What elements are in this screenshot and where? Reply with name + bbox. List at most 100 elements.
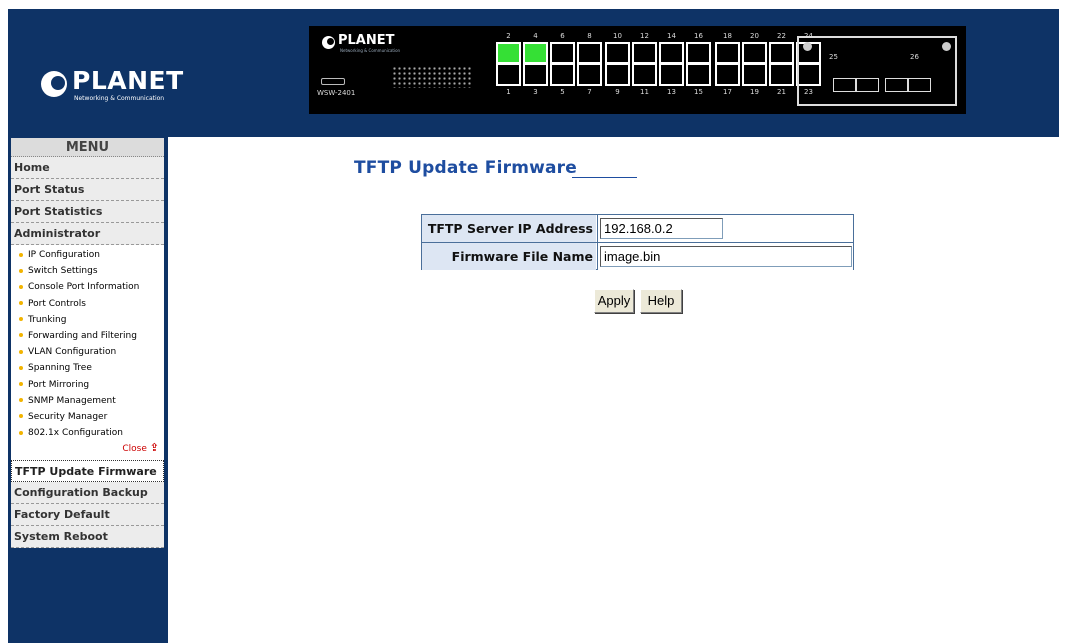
file-name-cell (597, 243, 853, 270)
switch-front-panel: PLANET Networking & Communication WSW-24… (309, 26, 966, 114)
ethernet-port-2[interactable] (496, 42, 521, 64)
sidebar-item-tftp-update-firmware[interactable]: TFTP Update Firmware (11, 460, 164, 483)
sfp-slot[interactable] (885, 78, 908, 92)
port-number-label: 17 (723, 88, 732, 96)
ethernet-port-20[interactable] (742, 42, 767, 64)
port-number-label: 2 (506, 32, 511, 40)
port-number-label: 16 (694, 32, 703, 40)
ethernet-port-13[interactable] (659, 64, 684, 86)
port-number-label: 3 (533, 88, 538, 96)
sidebar-item-configuration-backup[interactable]: Configuration Backup (11, 482, 164, 505)
sidebar-item-home[interactable]: Home (11, 157, 164, 179)
form-row-server-ip: TFTP Server IP Address (422, 215, 853, 242)
port-number-label: 11 (640, 88, 649, 96)
server-ip-input[interactable] (600, 218, 723, 239)
planet-logo-icon (41, 71, 67, 97)
ethernet-port-16[interactable] (686, 42, 711, 64)
port-number-label: 22 (777, 32, 786, 40)
port-number-label: 6 (560, 32, 565, 40)
vent-grille (392, 66, 472, 88)
sidebar-item-port-statistics[interactable]: Port Statistics (11, 201, 164, 223)
ethernet-port-21[interactable] (769, 64, 794, 86)
port-number-label: 4 (533, 32, 538, 40)
logo-tagline: Networking & Communication (74, 95, 165, 102)
submenu-item-port-controls[interactable]: Port Controls (11, 296, 164, 312)
server-ip-label: TFTP Server IP Address (422, 215, 596, 242)
sfp-port-label: 25 (829, 53, 838, 61)
screw-icon (942, 42, 951, 51)
submenu-item-8021x-configuration[interactable]: 802.1x Configuration (11, 425, 164, 441)
port-number-label: 20 (750, 32, 759, 40)
port-number-label: 8 (587, 32, 592, 40)
ethernet-port-7[interactable] (577, 64, 602, 86)
sfp-slot[interactable] (908, 78, 931, 92)
bullet-icon (19, 349, 23, 354)
submenu-item-security-manager[interactable]: Security Manager (11, 409, 164, 425)
ethernet-port-5[interactable] (550, 64, 575, 86)
sidebar-item-system-reboot[interactable]: System Reboot (11, 526, 164, 549)
ethernet-port-9[interactable] (605, 64, 630, 86)
bullet-icon (19, 252, 23, 257)
header-banner: PLANET Networking & Communication PLANET… (8, 9, 1059, 137)
submenu-item-trunking[interactable]: Trunking (11, 312, 164, 328)
console-port-icon (321, 78, 345, 85)
sfp-slot[interactable] (856, 78, 879, 92)
submenu-item-snmp-management[interactable]: SNMP Management (11, 393, 164, 409)
ethernet-port-3[interactable] (523, 64, 548, 86)
ethernet-port-4[interactable] (523, 42, 548, 64)
submenu-item-spanning-tree[interactable]: Spanning Tree (11, 360, 164, 376)
apply-button[interactable]: Apply (594, 289, 634, 313)
screw-icon (803, 42, 812, 51)
ethernet-port-6[interactable] (550, 42, 575, 64)
ethernet-port-8[interactable] (577, 42, 602, 64)
ethernet-port-14[interactable] (659, 42, 684, 64)
server-ip-cell (597, 215, 853, 242)
sfp-port-label: 26 (910, 53, 919, 61)
port-number-label: 1 (506, 88, 511, 96)
port-number-label: 18 (723, 32, 732, 40)
submenu-item-vlan-configuration[interactable]: VLAN Configuration (11, 344, 164, 360)
sfp-slot[interactable] (833, 78, 856, 92)
port-number-label: 9 (615, 88, 620, 96)
sidebar-menu: MENU Home Port Status Port Statistics Ad… (11, 138, 164, 549)
ethernet-port-19[interactable] (742, 64, 767, 86)
port-number-label: 13 (667, 88, 676, 96)
close-submenu-link[interactable]: Close ⇪ (11, 441, 164, 457)
sidebar-item-port-status[interactable]: Port Status (11, 179, 164, 201)
bullet-icon (19, 268, 23, 273)
port-number-label: 10 (613, 32, 622, 40)
submenu-item-port-mirroring[interactable]: Port Mirroring (11, 377, 164, 393)
bullet-icon (19, 284, 23, 289)
bullet-icon (19, 430, 23, 435)
port-number-label: 5 (560, 88, 565, 96)
tftp-form-table: TFTP Server IP Address Firmware File Nam… (421, 214, 854, 270)
submenu-item-switch-settings[interactable]: Switch Settings (11, 263, 164, 279)
ethernet-port-18[interactable] (715, 42, 740, 64)
logo-text: PLANET (72, 66, 184, 95)
administrator-submenu: IP Configuration Switch Settings Console… (11, 245, 164, 461)
port-number-label: 7 (587, 88, 592, 96)
ethernet-port-10[interactable] (605, 42, 630, 64)
submenu-item-forwarding-filtering[interactable]: Forwarding and Filtering (11, 328, 164, 344)
ethernet-port-22[interactable] (769, 42, 794, 64)
ethernet-port-15[interactable] (686, 64, 711, 86)
panel-brand-tagline: Networking & Communication (340, 48, 401, 53)
arrow-up-icon: ⇪ (149, 441, 159, 455)
sidebar-item-administrator[interactable]: Administrator (11, 223, 164, 245)
ethernet-port-12[interactable] (632, 42, 657, 64)
panel-brand: PLANET (338, 33, 395, 48)
file-name-input[interactable] (600, 246, 852, 267)
form-row-file-name: Firmware File Name (422, 242, 853, 270)
sidebar-item-factory-default[interactable]: Factory Default (11, 504, 164, 527)
submenu-item-ip-configuration[interactable]: IP Configuration (11, 247, 164, 263)
submenu-item-console-port-information[interactable]: Console Port Information (11, 279, 164, 295)
file-name-label: Firmware File Name (422, 243, 596, 270)
bullet-icon (19, 398, 23, 403)
bullet-icon (19, 414, 23, 419)
ethernet-port-17[interactable] (715, 64, 740, 86)
ethernet-port-11[interactable] (632, 64, 657, 86)
port-number-label: 21 (777, 88, 786, 96)
help-button[interactable]: Help (640, 289, 682, 313)
ethernet-port-1[interactable] (496, 64, 521, 86)
device-model: WSW-2401 (317, 89, 356, 97)
